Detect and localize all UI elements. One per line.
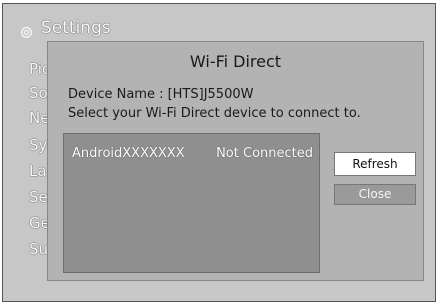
close-button[interactable]: Close	[334, 184, 416, 205]
instruction-text: Select your Wi-Fi Direct device to conne…	[68, 106, 361, 121]
list-item[interactable]: AndroidXXXXXXX Not Connected	[72, 146, 313, 166]
wifi-direct-dialog: Wi-Fi Direct Device Name : [HTS]J5500W S…	[47, 41, 424, 281]
settings-title: Settings	[41, 18, 111, 38]
menu-item-sound[interactable]: So	[29, 84, 48, 102]
menu-item-system[interactable]: Sy	[29, 136, 47, 154]
dialog-title: Wi-Fi Direct	[189, 52, 282, 71]
refresh-button[interactable]: Refresh	[334, 152, 416, 176]
device-name: AndroidXXXXXXX	[72, 146, 185, 161]
device-list: AndroidXXXXXXX Not Connected	[63, 133, 320, 273]
tv-screen: Settings Pic So Ne Sy La Se Ge Su Wi-Fi …	[2, 3, 436, 302]
menu-item-security[interactable]: Se	[29, 188, 48, 206]
menu-item-support[interactable]: Su	[29, 240, 48, 258]
device-name-label: Device Name : [HTS]J5500W	[68, 87, 254, 102]
gear-icon	[20, 26, 33, 39]
connection-status: Not Connected	[216, 146, 313, 161]
menu-item-language[interactable]: La	[29, 162, 47, 180]
